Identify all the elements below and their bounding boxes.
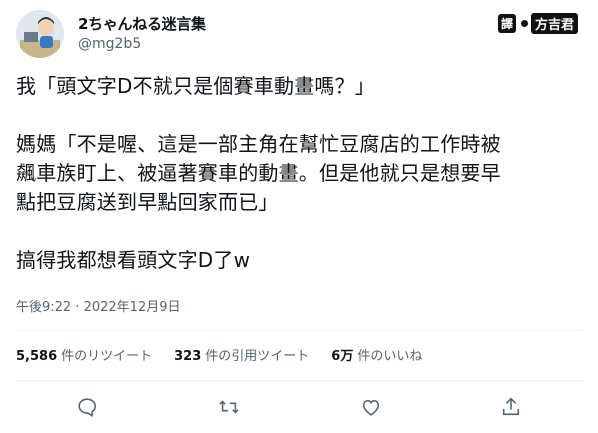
stamp-dot (520, 19, 528, 27)
engagement-stats: 5,586 件のリツイート 323 件の引用ツイート 6万 件のいいね (16, 345, 422, 364)
reply-button[interactable] (76, 396, 100, 420)
retweets-stat[interactable]: 5,586 件のリツイート (16, 345, 152, 364)
tweet-line: 媽媽「不是喔、這是一部主角在幫忙豆腐店的工作時被 (16, 132, 501, 156)
divider (16, 380, 582, 381)
reply-icon (78, 398, 97, 418)
translator-watermark: 譯 方吉君 (497, 12, 578, 34)
divider (16, 330, 582, 331)
display-name[interactable]: 2ちゃんねる迷言集 (78, 14, 206, 34)
stamp-name: 方吉君 (530, 12, 578, 34)
tweet-line: 點把豆腐送到早點回家而已」 (16, 190, 279, 214)
retweet-button[interactable] (218, 396, 242, 420)
share-button[interactable] (500, 396, 524, 420)
share-icon (502, 397, 520, 416)
quotes-stat[interactable]: 323 件の引用ツイート (174, 345, 309, 364)
tweet-timestamp[interactable]: 午後9:22 · 2022年12月9日 (16, 296, 181, 315)
tweet-line: 我「頭文字D不就只是個賽車動畫嗎？」 (16, 74, 376, 98)
retweet-icon (219, 400, 239, 414)
tweet-text: 我「頭文字D不就只是個賽車動畫嗎？」 媽媽「不是喔、這是一部主角在幫忙豆腐店的工… (16, 72, 586, 275)
tweet-line: 搞得我都想看頭文字D了w (16, 248, 251, 272)
likes-stat[interactable]: 6万 件のいいね (331, 345, 422, 364)
tweet-header: 2ちゃんねる迷言集 @mg2b5 譯 方吉君 (16, 10, 582, 58)
avatar[interactable] (16, 10, 64, 58)
action-bar (0, 392, 598, 424)
like-button[interactable] (360, 396, 384, 420)
user-handle[interactable]: @mg2b5 (78, 34, 206, 54)
stamp-seal: 譯 (497, 13, 516, 33)
tweet-line: 飆車族盯上、被逼著賽車的動畫。但是他就只是想要早 (16, 161, 501, 185)
like-icon (362, 399, 380, 416)
